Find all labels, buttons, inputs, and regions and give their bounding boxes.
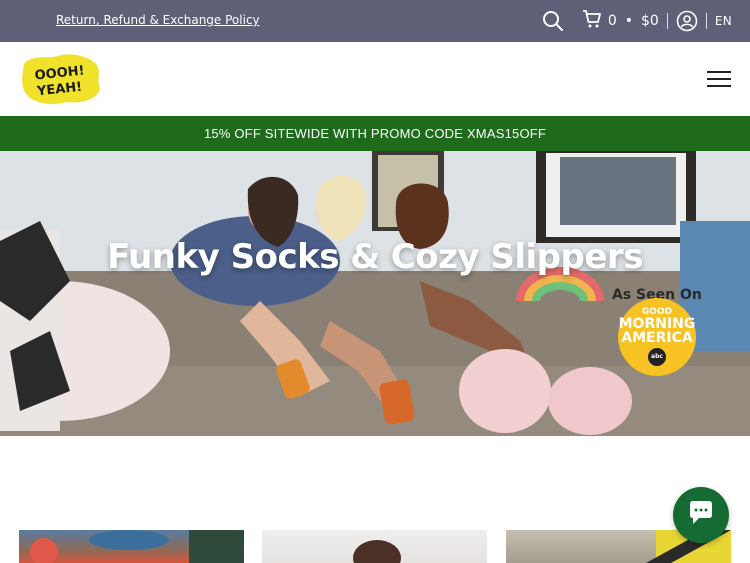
- promo-text: 15% OFF SITEWIDE WITH PROMO CODE XMAS15O…: [203, 126, 547, 141]
- chat-button[interactable]: [673, 487, 729, 543]
- promo-banner: 15% OFF SITEWIDE WITH PROMO CODE XMAS15O…: [0, 116, 750, 151]
- search-icon[interactable]: [542, 10, 564, 32]
- top-bar: Return, Refund & Exchange Policy 0 • $0 …: [0, 0, 750, 42]
- abc-logo: abc: [648, 348, 666, 366]
- collection-card-1[interactable]: [19, 530, 244, 563]
- cart-button[interactable]: 0 • $0: [582, 9, 659, 33]
- gma-line-morning: MORNING: [618, 316, 696, 332]
- brand-logo[interactable]: OOOH! YEAH!: [18, 50, 102, 108]
- gma-line-america: AMERICA: [621, 330, 693, 346]
- site-header: OOOH! YEAH!: [0, 42, 750, 116]
- gma-badge: GOOD MORNING AMERICA abc: [618, 298, 696, 376]
- cart-separator-dot: •: [624, 13, 633, 29]
- cart-count: 0: [607, 13, 617, 29]
- hero-title: Funky Socks & Cozy Slippers: [107, 237, 643, 277]
- divider: [705, 13, 707, 29]
- cart-icon: [582, 9, 602, 33]
- language-selector[interactable]: EN: [715, 14, 732, 28]
- return-policy-link[interactable]: Return, Refund & Exchange Policy: [56, 13, 260, 27]
- top-bar-actions: 0 • $0 EN: [542, 0, 732, 42]
- cart-total: $0: [641, 13, 659, 29]
- collection-card-2[interactable]: [262, 530, 487, 563]
- collection-image-2: [353, 540, 401, 563]
- hamburger-icon[interactable]: [707, 71, 731, 87]
- divider: [666, 13, 668, 29]
- chat-icon: [687, 500, 715, 530]
- account-icon[interactable]: [676, 10, 698, 32]
- collection-image-1: [30, 530, 244, 563]
